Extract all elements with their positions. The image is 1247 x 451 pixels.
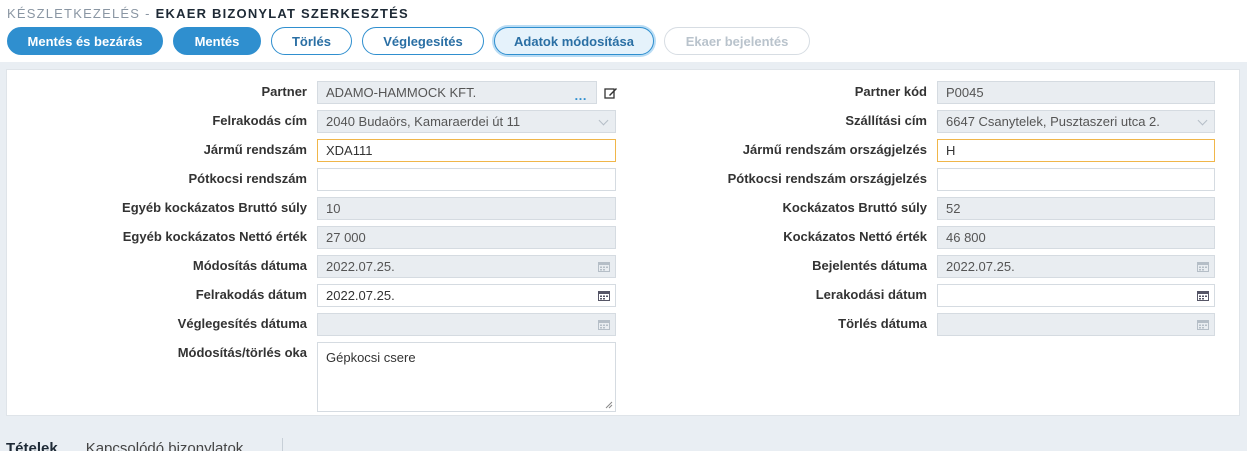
calendar-icon [598,320,610,330]
partner-label: Partner [261,84,307,99]
vehicle-country-label: Jármű rendszám országjelzés [742,142,927,157]
other-net-value-field: 27 000 [317,226,616,249]
risky-gross-weight-field: 52 [937,197,1215,220]
loading-address-label: Felrakodás cím [212,113,307,128]
report-date-value: 2022.07.25. [946,259,1015,274]
partner-code-field: P0045 [937,81,1215,104]
finalize-button[interactable]: Véglegesítés [362,27,484,55]
calendar-icon [1197,320,1209,330]
calendar-icon[interactable] [1197,290,1209,301]
deletion-date-label: Törlés dátuma [838,316,927,331]
partner-field[interactable]: ADAMO-HAMMOCK KFT. … [317,81,597,104]
trailer-plate-input[interactable] [317,168,616,191]
other-gross-weight-field: 10 [317,197,616,220]
breadcrumb-separator: - [145,6,151,21]
breadcrumb-section[interactable]: Készletkezelés [7,6,140,21]
loading-date-label: Felrakodás dátum [195,287,307,302]
other-net-value-value: 27 000 [326,230,366,245]
loading-date-input[interactable]: 2022.07.25. [317,284,616,307]
other-gross-weight-value: 10 [326,201,341,216]
vehicle-country-input[interactable]: H [937,139,1215,162]
reason-textarea[interactable]: Gépkocsi csere [317,342,616,412]
ekaer-report-button: Ekaer bejelentés [664,27,810,55]
reason-value: Gépkocsi csere [326,350,416,365]
partner-value: ADAMO-HAMMOCK KFT. [326,85,477,100]
shipping-address-select[interactable]: 6647 Csanytelek, Pusztaszeri utca 2. [937,110,1215,133]
calendar-icon[interactable] [598,290,610,301]
resize-grip-icon[interactable] [605,401,613,409]
finalization-date-label: Véglegesítés dátuma [177,316,307,331]
trailer-country-label: Pótkocsi rendszám országjelzés [727,171,927,186]
vehicle-plate-value: XDA111 [326,143,373,158]
modification-date-label: Módosítás dátuma [192,258,307,273]
modify-data-button[interactable]: Adatok módosítása [494,27,654,55]
partner-code-label: Partner kód [854,84,927,99]
unloading-date-input[interactable] [937,284,1215,307]
breadcrumb: Készletkezelés - EKAER bizonylat szerkeszt… [7,6,409,21]
risky-gross-weight-label: Kockázatos Bruttó súly [782,200,927,215]
calendar-icon [598,262,610,272]
tab-items[interactable]: Tételek [6,440,58,451]
report-date-field: 2022.07.25. [937,255,1215,278]
modification-date-value: 2022.07.25. [326,259,395,274]
loading-address-select[interactable]: 2040 Budaörs, Kamaraerdei út 11 [317,110,616,133]
edit-icon[interactable] [604,86,618,100]
risky-net-value-value: 46 800 [946,230,986,245]
save-and-close-button[interactable]: Mentés és bezárás [7,27,163,55]
tab-divider [282,438,283,451]
finalization-date-field [317,313,616,336]
unloading-date-label: Lerakodási dátum [815,287,927,302]
delete-button[interactable]: Törlés [271,27,352,55]
trailer-country-input[interactable] [937,168,1215,191]
shipping-address-value: 6647 Csanytelek, Pusztaszeri utca 2. [946,114,1160,129]
risky-net-value-label: Kockázatos Nettó érték [783,229,927,244]
ekaer-form-panel: Partner ADAMO-HAMMOCK KFT. … Felrakodás … [6,69,1240,416]
other-gross-weight-label: Egyéb kockázatos Bruttó súly [122,200,307,215]
page-header: Készletkezelés - EKAER bizonylat szerkeszt… [0,0,1247,62]
trailer-plate-label: Pótkocsi rendszám [188,171,308,186]
toolbar: Mentés és bezárás Mentés Törlés Végleges… [7,27,810,55]
tab-related-documents[interactable]: Kapcsolódó bizonylatok [86,440,244,451]
vehicle-plate-label: Jármű rendszám [203,142,307,157]
loading-address-value: 2040 Budaörs, Kamaraerdei út 11 [326,114,521,129]
vehicle-country-value: H [946,143,956,158]
partner-code-value: P0045 [946,85,984,100]
tab-bar: Tételek Kapcsolódó bizonylatok [6,438,283,451]
report-date-label: Bejelentés dátuma [812,258,927,273]
risky-net-value-field: 46 800 [937,226,1215,249]
shipping-address-label: Szállítási cím [845,113,927,128]
loading-date-value: 2022.07.25. [326,288,395,303]
modification-date-field: 2022.07.25. [317,255,616,278]
calendar-icon [1197,262,1209,272]
save-button[interactable]: Mentés [173,27,261,55]
deletion-date-field [937,313,1215,336]
reason-label: Módosítás/törlés oka [177,345,307,360]
vehicle-plate-input[interactable]: XDA111 [317,139,616,162]
risky-gross-weight-value: 52 [946,201,961,216]
page-title: EKAER bizonylat szerkesztés [155,6,409,21]
other-net-value-label: Egyéb kockázatos Nettó érték [122,229,307,244]
ellipsis-icon[interactable]: … [574,85,588,106]
